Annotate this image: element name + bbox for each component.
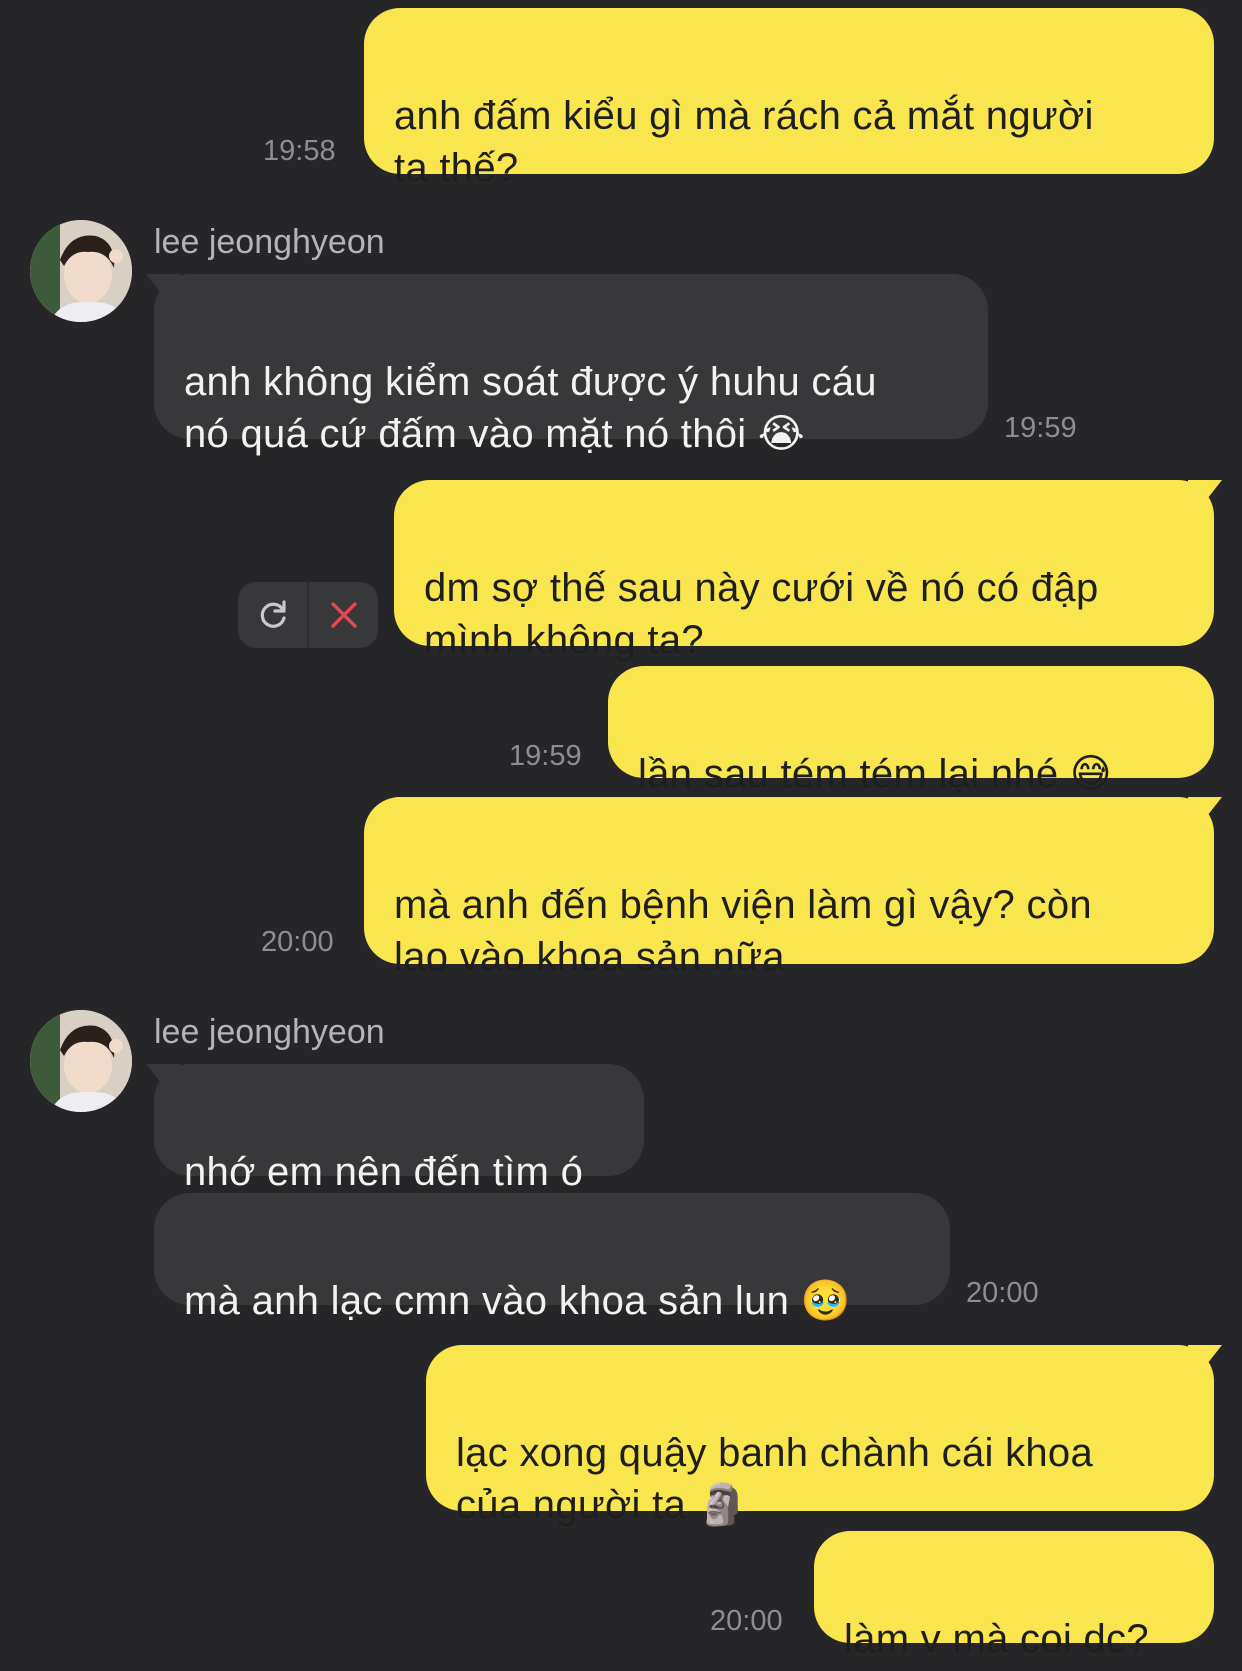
my-message-bubble[interactable]: làm v mà coi dc?: [814, 1531, 1214, 1661]
avatar[interactable]: [30, 1010, 132, 1112]
message-time: 20:00: [710, 1605, 783, 1637]
message-text: nhớ em nên đến tìm ó: [184, 1150, 584, 1194]
my-message-bubble[interactable]: dm sợ thế sau này cưới về nó có đập mình…: [394, 480, 1214, 662]
sweat-smile-emoji: 😅: [1069, 752, 1112, 796]
pleading-face-emoji: 🥹: [800, 1279, 851, 1323]
message-text: anh đấm kiểu gì mà rách cả mắt người ta …: [394, 94, 1094, 190]
message-text: dm sợ thế sau này cưới về nó có đập mình…: [424, 566, 1099, 662]
message-text: lần sau tém tém lại nhé: [638, 752, 1059, 796]
moai-emoji: 🗿: [697, 1483, 748, 1527]
message-time: 20:00: [261, 926, 334, 958]
my-message-bubble[interactable]: anh đấm kiểu gì mà rách cả mắt người ta …: [364, 8, 1214, 190]
their-message-bubble[interactable]: anh không kiểm soát được ý huhu cáu nó q…: [154, 274, 988, 456]
my-message-bubble[interactable]: lạc xong quậy banh chành cái khoa của ng…: [426, 1345, 1214, 1527]
message-text: mà anh lạc cmn vào khoa sản lun: [184, 1279, 790, 1323]
sender-name: lee jeonghyeon: [154, 1013, 385, 1051]
refresh-icon: [260, 600, 286, 628]
message-time: 19:59: [1004, 412, 1077, 444]
delete-button[interactable]: [307, 582, 378, 648]
their-message-bubble[interactable]: nhớ em nên đến tìm ó: [154, 1064, 644, 1194]
sender-name: lee jeonghyeon: [154, 223, 385, 261]
retry-button[interactable]: [238, 582, 307, 648]
message-text: lạc xong quậy banh chành cái khoa của ng…: [456, 1431, 1094, 1527]
failed-message-actions: [238, 582, 378, 648]
my-message-bubble[interactable]: mà anh đến bệnh viện làm gì vậy? còn lao…: [364, 797, 1214, 979]
message-time: 19:59: [509, 740, 582, 772]
close-icon: [330, 602, 357, 628]
message-time: 19:58: [263, 135, 336, 167]
message-text: mà anh đến bệnh viện làm gì vậy? còn lao…: [394, 883, 1092, 979]
my-message-bubble[interactable]: lần sau tém tém lại nhé 😅: [608, 666, 1214, 796]
crying-emoji: 😭: [757, 412, 805, 456]
avatar[interactable]: [30, 220, 132, 322]
message-time: 20:00: [966, 1277, 1039, 1309]
message-text: làm v mà coi dc?: [844, 1617, 1149, 1661]
their-message-bubble[interactable]: mà anh lạc cmn vào khoa sản lun 🥹: [154, 1193, 950, 1323]
